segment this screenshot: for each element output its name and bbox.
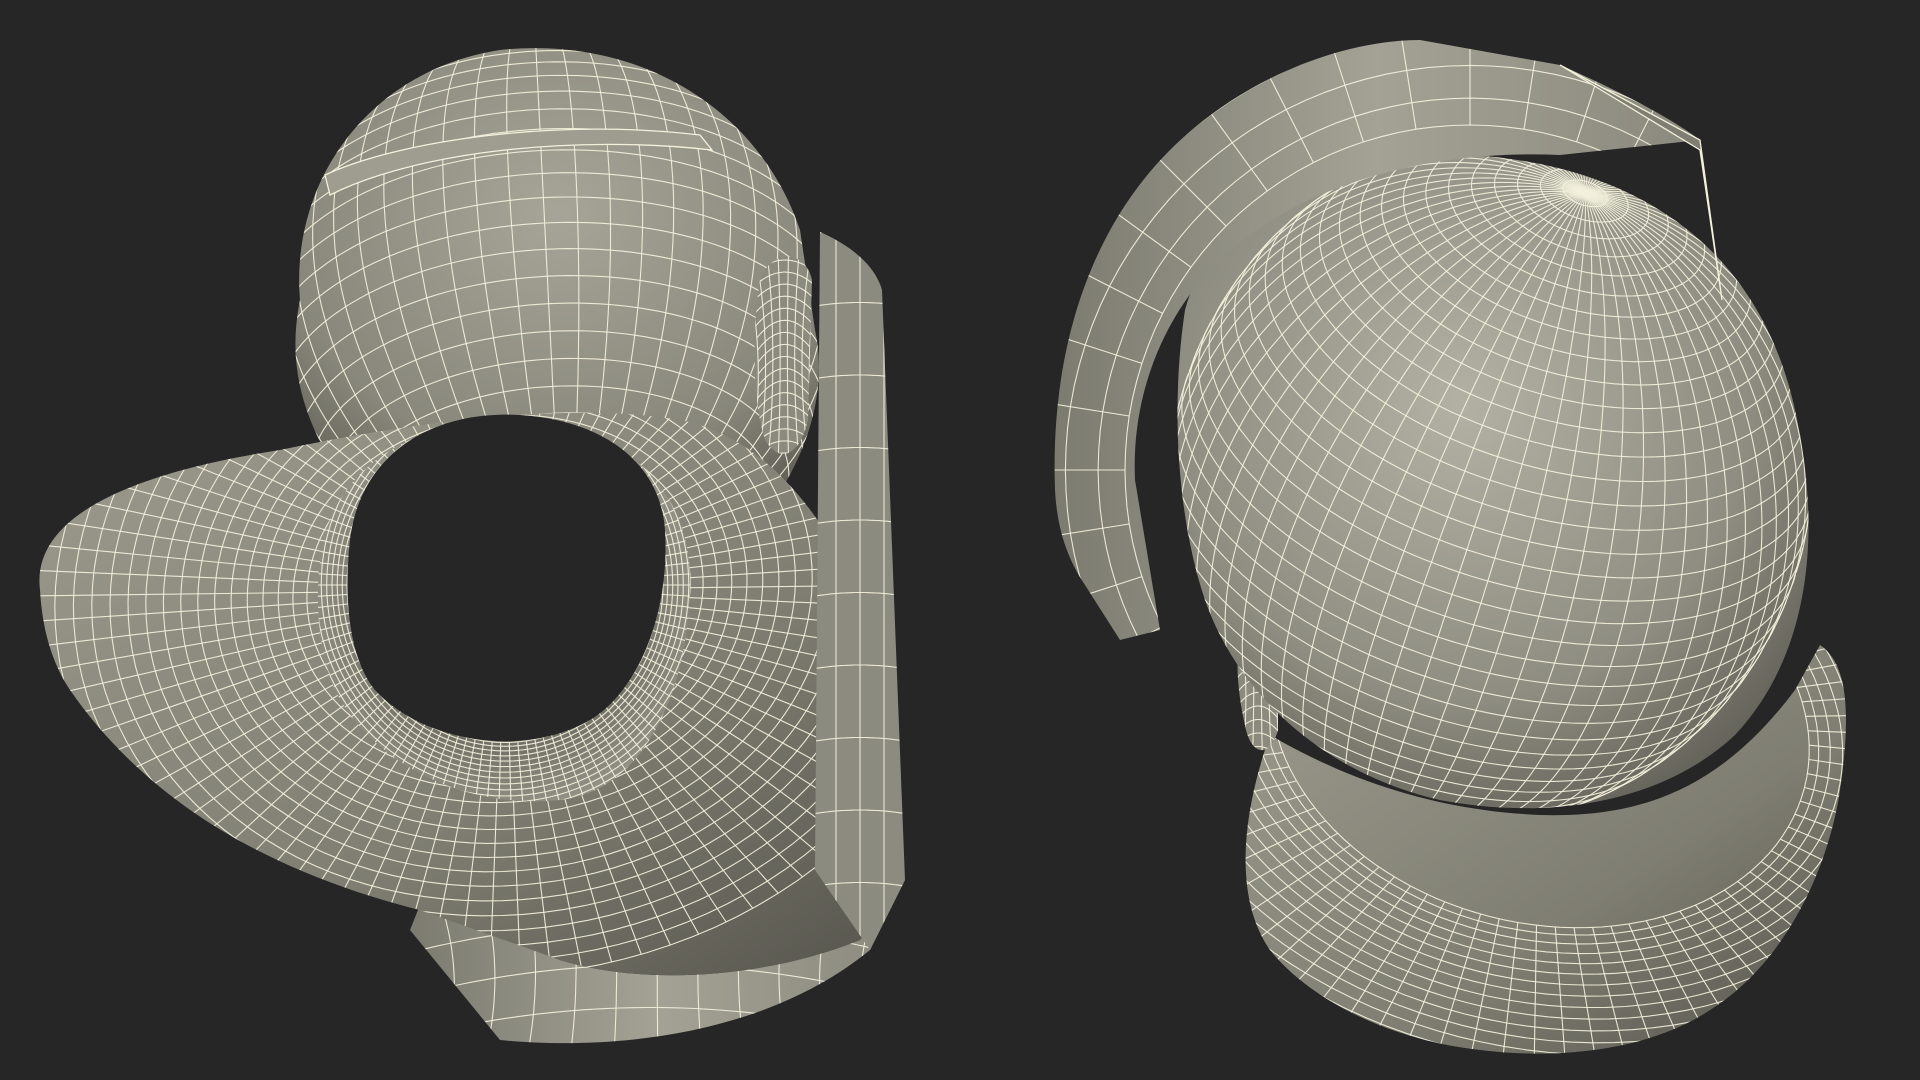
head-model-underside-view xyxy=(39,48,905,1044)
viewport-canvas xyxy=(39,40,1846,1054)
viewport xyxy=(0,0,1920,1080)
neck-opening-hole xyxy=(347,414,666,742)
head-model-top-view xyxy=(1054,40,1846,1054)
